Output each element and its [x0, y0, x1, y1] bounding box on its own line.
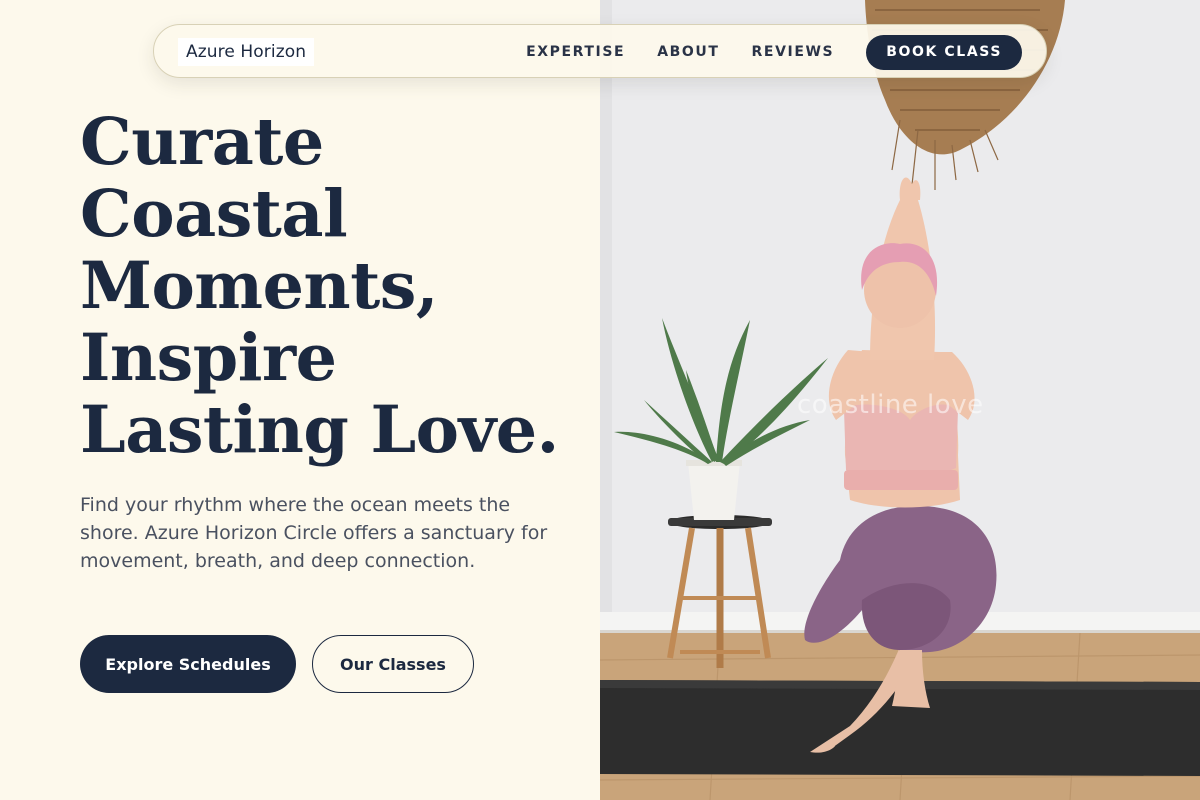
book-class-button[interactable]: BOOK CLASS: [866, 34, 1022, 70]
hero-title-line: Coastal: [80, 176, 348, 252]
nav-links: EXPERTISE ABOUT REVIEWS BOOK CLASS: [494, 34, 1022, 70]
our-classes-button[interactable]: Our Classes: [312, 635, 474, 693]
hero-photo: coastline love: [600, 0, 1200, 800]
hero-subtitle: Find your rhythm where the ocean meets t…: [80, 494, 548, 572]
top-navigation: Azure Horizon EXPERTISE ABOUT REVIEWS BO…: [153, 24, 1047, 78]
nav-link-reviews[interactable]: REVIEWS: [752, 44, 835, 60]
hero-title-line: Inspire: [80, 320, 337, 396]
brand-logo[interactable]: Azure Horizon: [178, 38, 315, 66]
nav-link-about[interactable]: ABOUT: [657, 44, 719, 60]
hero-title-line: Moments,: [80, 248, 438, 324]
explore-schedules-button[interactable]: Explore Schedules: [80, 635, 296, 693]
photo-watermark: coastline love: [797, 390, 984, 420]
nav-link-expertise[interactable]: EXPERTISE: [526, 44, 625, 60]
hero-title-line: Lasting Love.: [80, 392, 559, 468]
hero-title: Curate Coastal Moments, Inspire Lasting …: [80, 106, 580, 466]
hero-title-line: Curate: [80, 104, 324, 180]
